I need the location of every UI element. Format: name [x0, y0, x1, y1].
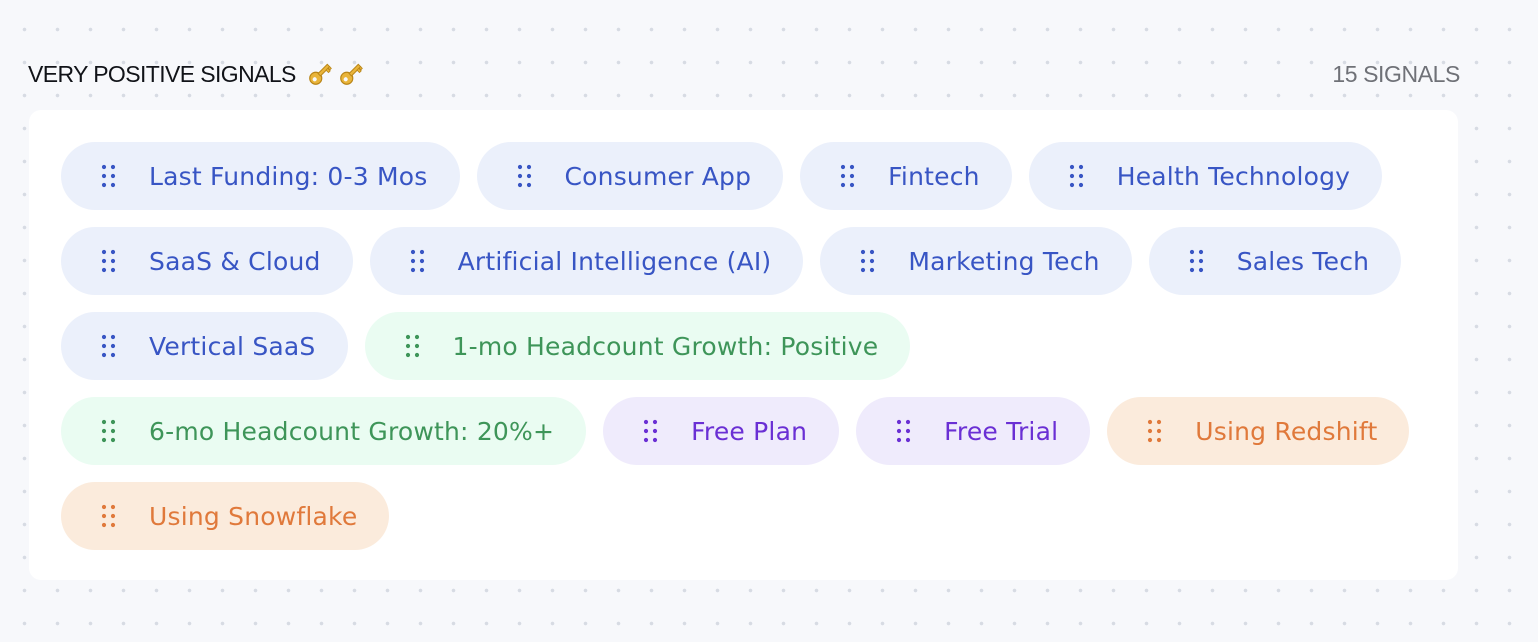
signal-tag[interactable]: Sales Tech [1148, 227, 1402, 295]
signal-tag[interactable]: Free Plan [603, 397, 840, 465]
section-title-group: VERY POSITIVE SIGNALS [28, 59, 366, 89]
signal-tag[interactable]: Free Trial [856, 397, 1091, 465]
signal-tag[interactable]: Vertical SaaS [61, 312, 348, 380]
signal-tag-label: Vertical SaaS [149, 331, 316, 361]
drag-handle-icon[interactable] [516, 164, 533, 188]
drag-handle-icon[interactable] [404, 334, 421, 358]
drag-handle-icon[interactable] [409, 249, 426, 273]
signal-tag-label: Artificial Intelligence (AI) [457, 246, 772, 276]
signal-tag[interactable]: 1-mo Headcount Growth: Positive [364, 312, 911, 380]
signal-tag-label: Consumer App [564, 161, 752, 191]
drag-handle-icon[interactable] [100, 164, 117, 188]
drag-handle-icon[interactable] [1068, 164, 1085, 188]
signal-tag-label: Free Trial [944, 416, 1059, 446]
signal-tag-list: Last Funding: 0-3 Mos Consumer App Fintech… [61, 142, 1441, 550]
signal-tag[interactable]: SaaS & Cloud [61, 227, 353, 295]
signals-panel: Last Funding: 0-3 Mos Consumer App Fintech… [29, 110, 1458, 580]
drag-handle-icon[interactable] [1146, 419, 1163, 443]
signal-tag[interactable]: Marketing Tech [820, 227, 1132, 295]
key-icon [339, 63, 363, 85]
drag-handle-icon[interactable] [100, 334, 117, 358]
signal-tag[interactable]: Artificial Intelligence (AI) [369, 227, 804, 295]
drag-handle-icon[interactable] [100, 504, 117, 528]
signal-tag-label: Marketing Tech [908, 246, 1100, 276]
signal-count: 15 SIGNALS [1332, 60, 1460, 87]
signal-tag-label: 6-mo Headcount Growth: 20%+ [149, 416, 555, 446]
section-header: VERY POSITIVE SIGNALS 15 SIGNALS [28, 56, 1460, 92]
drag-handle-icon[interactable] [1188, 249, 1205, 273]
drag-handle-icon[interactable] [100, 249, 117, 273]
drag-handle-icon[interactable] [859, 249, 876, 273]
signal-tag-label: Health Technology [1116, 161, 1351, 191]
drag-handle-icon[interactable] [839, 164, 856, 188]
signal-tag-label: SaaS & Cloud [149, 246, 321, 276]
signal-tag[interactable]: 6-mo Headcount Growth: 20%+ [61, 397, 587, 465]
signal-tag-label: 1-mo Headcount Growth: Positive [452, 331, 879, 361]
signal-tag-label: Using Snowflake [149, 501, 358, 531]
key-icon [308, 63, 332, 85]
signal-tag[interactable]: Fintech [800, 142, 1012, 210]
signal-tag-label: Free Plan [691, 416, 808, 446]
signal-tag-label: Using Redshift [1195, 416, 1378, 446]
drag-handle-icon[interactable] [100, 419, 117, 443]
signal-tag-label: Last Funding: 0-3 Mos [149, 161, 428, 191]
signal-tag[interactable]: Health Technology [1028, 142, 1383, 210]
section-title: VERY POSITIVE SIGNALS [28, 60, 296, 87]
drag-handle-icon[interactable] [642, 419, 659, 443]
signal-tag-label: Fintech [888, 161, 980, 191]
drag-handle-icon[interactable] [895, 419, 912, 443]
signal-tag[interactable]: Using Redshift [1107, 397, 1410, 465]
signal-tag-label: Sales Tech [1236, 246, 1370, 276]
signal-tag[interactable]: Consumer App [476, 142, 784, 210]
signal-tag[interactable]: Last Funding: 0-3 Mos [61, 142, 460, 210]
signal-tag[interactable]: Using Snowflake [61, 482, 390, 550]
